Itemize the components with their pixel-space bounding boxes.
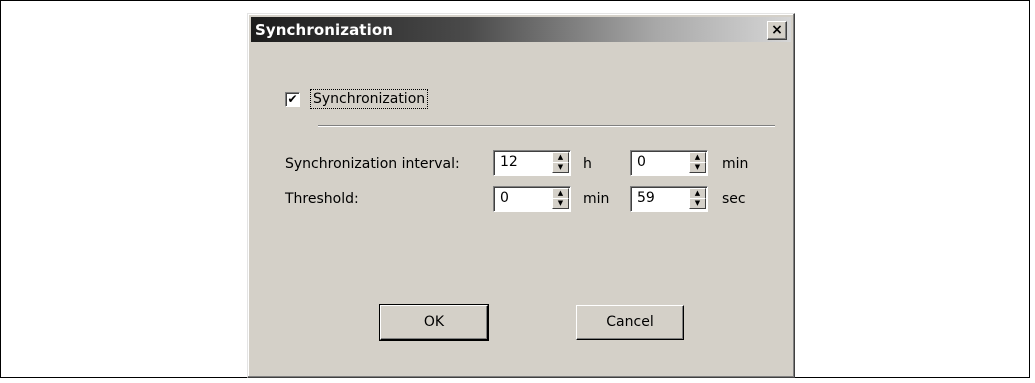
interval-hours-spinner[interactable]: 12 ▲ ▼: [493, 150, 571, 176]
spin-down-icon[interactable]: ▼: [689, 198, 706, 209]
threshold-minutes-spin-buttons: ▲ ▼: [552, 188, 569, 209]
close-icon[interactable]: ×: [767, 21, 787, 40]
ok-button[interactable]: OK: [379, 304, 489, 341]
threshold-seconds-value[interactable]: 59: [637, 190, 655, 206]
title-bar[interactable]: Synchronization ×: [251, 17, 791, 42]
interval-minutes-spinner[interactable]: 0 ▲ ▼: [630, 150, 708, 176]
spin-down-icon[interactable]: ▼: [552, 198, 569, 209]
interval-minutes-value[interactable]: 0: [637, 154, 646, 170]
synchronization-dialog: Synchronization × ✔ Synchronization Sync…: [247, 13, 795, 378]
interval-hours-spin-buttons: ▲ ▼: [552, 152, 569, 173]
dialog-title: Synchronization: [255, 21, 394, 39]
spin-down-icon[interactable]: ▼: [552, 162, 569, 173]
sync-checkbox[interactable]: ✔: [285, 92, 300, 107]
interval-minutes-unit: min: [722, 156, 749, 172]
threshold-seconds-spin-buttons: ▲ ▼: [689, 188, 706, 209]
interval-hours-value[interactable]: 12: [500, 154, 518, 170]
spin-down-icon[interactable]: ▼: [689, 162, 706, 173]
threshold-label: Threshold:: [285, 191, 359, 207]
threshold-minutes-spinner[interactable]: 0 ▲ ▼: [493, 186, 571, 212]
cancel-button[interactable]: Cancel: [576, 305, 684, 340]
threshold-seconds-spinner[interactable]: 59 ▲ ▼: [630, 186, 708, 212]
threshold-minutes-value[interactable]: 0: [500, 190, 509, 206]
interval-label: Synchronization interval:: [285, 156, 460, 172]
sync-checkbox-label[interactable]: Synchronization: [310, 89, 429, 109]
interval-hours-unit: h: [583, 156, 592, 172]
interval-minutes-spin-buttons: ▲ ▼: [689, 152, 706, 173]
separator: [318, 125, 775, 127]
threshold-seconds-unit: sec: [722, 191, 746, 207]
threshold-minutes-unit: min: [583, 191, 610, 207]
